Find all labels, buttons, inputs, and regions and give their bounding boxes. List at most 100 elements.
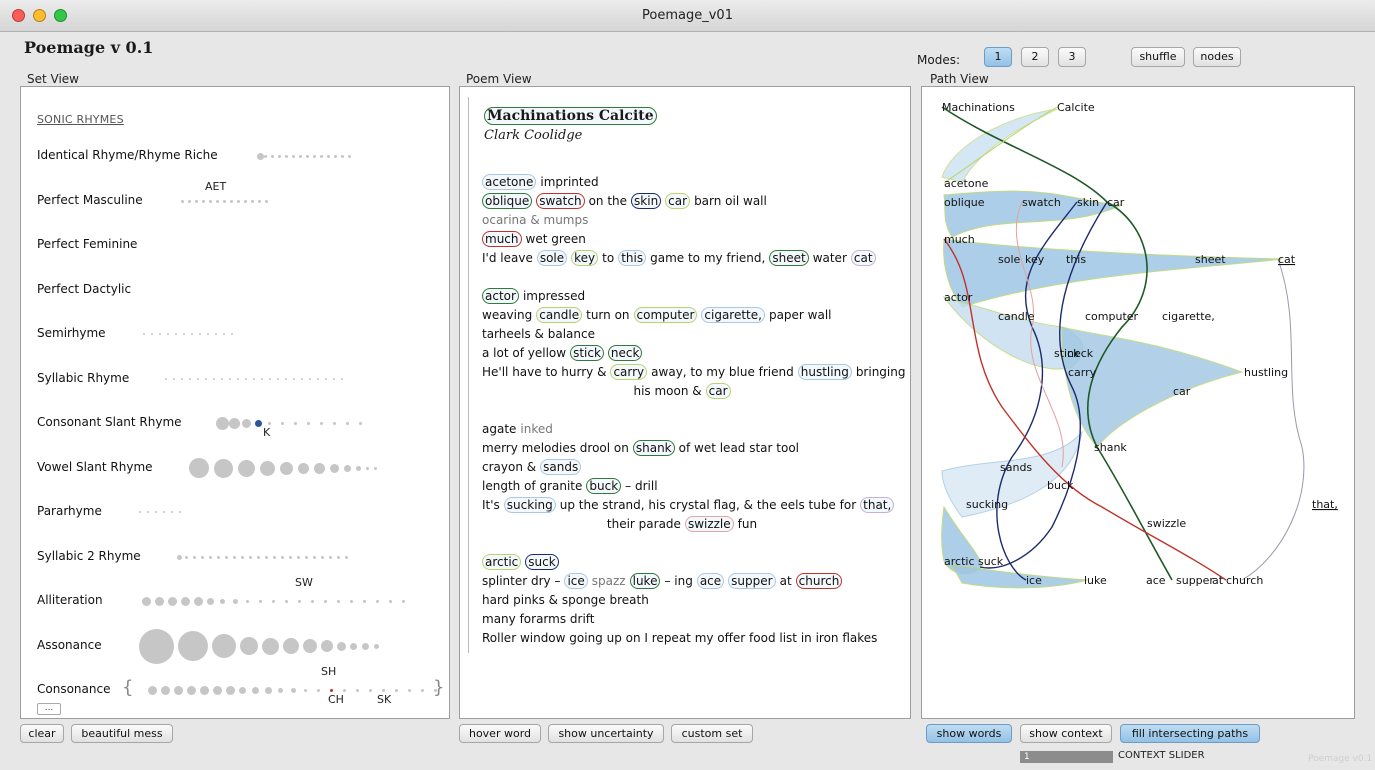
rhyme-instance-dot[interactable] xyxy=(280,461,293,475)
rhyme-instance-dot[interactable] xyxy=(191,333,193,335)
rhyme-instance-dot[interactable] xyxy=(363,599,366,603)
rhyme-row[interactable]: Syllabic Rhyme xyxy=(21,368,447,390)
rhyme-instance-dot[interactable] xyxy=(305,555,308,559)
rhyme-instance-dot[interactable] xyxy=(283,638,299,654)
path-word-label[interactable]: sheet xyxy=(1195,253,1226,266)
rhyme-instance-dot[interactable] xyxy=(181,596,190,606)
rhyme-instance-dot[interactable] xyxy=(311,599,314,603)
rhyme-instance-dot[interactable] xyxy=(245,378,247,380)
rhyme-instance-dot[interactable] xyxy=(201,555,204,559)
rhyme-instance-dot[interactable] xyxy=(181,378,183,380)
rhyme-instance-dot[interactable] xyxy=(217,555,220,559)
poem-word[interactable]: swizzle xyxy=(684,515,734,532)
fill-intersecting-paths-button[interactable]: fill intersecting paths xyxy=(1120,724,1260,743)
path-word-label[interactable]: suck xyxy=(978,555,1004,568)
rhyme-instance-dot[interactable] xyxy=(333,378,335,380)
rhyme-instance-dot[interactable] xyxy=(214,458,233,478)
rhyme-instance-dot[interactable] xyxy=(147,511,149,513)
rhyme-row[interactable]: Semirhyme xyxy=(21,323,447,345)
rhyme-instance-dot[interactable] xyxy=(293,378,295,380)
rhyme-instance-dot[interactable] xyxy=(337,641,346,651)
rhyme-instance-dot[interactable] xyxy=(343,688,346,692)
rhyme-path[interactable] xyxy=(941,430,1083,518)
mode-1-button[interactable]: 1 xyxy=(984,47,1012,67)
rhyme-instance-dot[interactable] xyxy=(265,686,272,694)
rhyme-instance-dot[interactable] xyxy=(374,643,379,649)
rhyme-instance-dot[interactable] xyxy=(324,599,327,603)
rhyme-instance-dot[interactable] xyxy=(297,555,300,559)
rhyme-instance-dot[interactable] xyxy=(330,463,339,473)
rhyme-row[interactable]: Vowel Slant Rhyme xyxy=(21,457,447,479)
poem-word[interactable]: neck xyxy=(607,344,643,361)
rhyme-instance-dot[interactable] xyxy=(317,378,319,380)
poem-word[interactable]: acetone xyxy=(482,173,537,190)
path-word-label[interactable]: swatch xyxy=(1022,196,1061,209)
rhyme-row[interactable]: Pararhyme xyxy=(21,501,447,523)
path-diagram[interactable]: Machinations Calcite acetone oblique swatch s… xyxy=(922,87,1354,718)
rhyme-path[interactable] xyxy=(943,238,1283,308)
rhyme-instance-dot[interactable] xyxy=(330,688,333,692)
rhyme-instance-dot[interactable] xyxy=(333,421,336,425)
poem-word[interactable]: cigarette, xyxy=(701,306,765,323)
rhyme-instance-dot[interactable] xyxy=(362,642,369,650)
poem-word[interactable]: this xyxy=(618,249,647,266)
path-word-label[interactable]: sucking xyxy=(966,498,1008,511)
poem-word[interactable]: swatch xyxy=(536,192,585,209)
rhyme-instance-dot[interactable] xyxy=(289,555,292,559)
rhyme-instance-dot[interactable] xyxy=(178,631,208,661)
rhyme-instance-dot[interactable] xyxy=(216,199,219,203)
rhyme-path[interactable] xyxy=(1241,258,1305,581)
rhyme-instance-dot[interactable] xyxy=(320,421,323,425)
rhyme-row[interactable]: Alliteration SW xyxy=(21,576,447,612)
rhyme-instance-dot[interactable] xyxy=(148,685,157,695)
rhyme-instance-dot[interactable] xyxy=(189,458,209,478)
hover-word-button[interactable]: hover word xyxy=(459,724,541,743)
rhyme-instance-dot[interactable] xyxy=(249,555,252,559)
path-word-label[interactable]: at xyxy=(1212,574,1224,587)
custom-set-button[interactable]: custom set xyxy=(671,724,753,743)
rhyme-instance-dot[interactable] xyxy=(225,555,228,559)
path-word-label[interactable]: luke xyxy=(1084,574,1107,587)
rhyme-instance-dot[interactable] xyxy=(202,199,205,203)
rhyme-instance-dot[interactable] xyxy=(314,462,325,474)
rhyme-instance-dot[interactable] xyxy=(213,378,215,380)
rhyme-path[interactable] xyxy=(1061,326,1244,448)
poem-word[interactable]: computer xyxy=(633,306,698,323)
rhyme-instance-dot[interactable] xyxy=(177,554,182,560)
poem-word[interactable]: oblique xyxy=(482,192,533,209)
rhyme-instance-dot[interactable] xyxy=(421,688,424,692)
rhyme-instance-dot[interactable] xyxy=(209,555,212,559)
poem-word[interactable]: shank xyxy=(632,439,675,456)
rhyme-instance-dot[interactable] xyxy=(258,199,261,203)
rhyme-row[interactable]: Assonance xyxy=(21,628,447,664)
rhyme-instance-dot[interactable] xyxy=(325,378,327,380)
rhyme-instance-dot[interactable] xyxy=(320,154,323,158)
rhyme-instance-dot[interactable] xyxy=(337,555,340,559)
rhyme-instance-dot[interactable] xyxy=(277,378,279,380)
poem-word[interactable]: sheet xyxy=(769,249,809,266)
show-uncertainty-button[interactable]: show uncertainty xyxy=(548,724,664,743)
rhyme-instance-dot[interactable] xyxy=(337,599,340,603)
poem-word[interactable]: much xyxy=(482,230,522,247)
rhyme-row[interactable]: Perfect Feminine xyxy=(21,234,447,256)
rhyme-instance-dot[interactable] xyxy=(350,642,357,650)
path-word-label[interactable]: key xyxy=(1025,253,1045,266)
path-word-label[interactable]: sands xyxy=(1000,461,1032,474)
rhyme-instance-dot[interactable] xyxy=(304,688,307,692)
rhyme-instance-dot[interactable] xyxy=(257,555,260,559)
rhyme-instance-dot[interactable] xyxy=(209,199,212,203)
rhyme-instance-dot[interactable] xyxy=(223,333,225,335)
rhyme-instance-dot[interactable] xyxy=(175,333,177,335)
rhyme-instance-dot[interactable] xyxy=(408,688,411,692)
rhyme-instance-dot[interactable] xyxy=(241,555,244,559)
rhyme-instance-dot[interactable] xyxy=(207,597,214,605)
rhyme-instance-dot[interactable] xyxy=(200,685,209,695)
rhyme-instance-dot[interactable] xyxy=(261,378,263,380)
rhyme-instance-dot[interactable] xyxy=(348,154,351,158)
rhyme-instance-dot[interactable] xyxy=(163,511,165,513)
rhyme-row[interactable]: Syllabic 2 Rhyme xyxy=(21,546,447,568)
rhyme-instance-dot[interactable] xyxy=(240,637,258,655)
path-word-label[interactable]: that, xyxy=(1312,498,1338,511)
rhyme-instance-dot[interactable] xyxy=(344,464,351,472)
show-words-button[interactable]: show words xyxy=(926,724,1012,743)
